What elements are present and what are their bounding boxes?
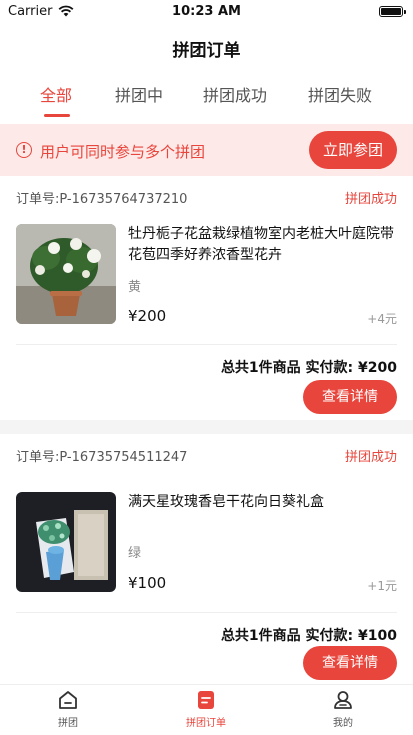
view-details-button[interactable]: 查看详情 — [303, 646, 397, 680]
product-price: ¥100 — [128, 574, 167, 592]
order-icon — [198, 691, 214, 709]
order-number: 订单号:P-16735754511247 — [16, 450, 188, 465]
banner-text: 用户可同时参与多个拼团 — [40, 143, 206, 161]
nav-bar: 拼团订单 — [0, 26, 413, 68]
tabbar-label: 我的 — [333, 718, 353, 729]
order-card: 订单号:P-16735754511247 拼团成功 满天星玫瑰香皂干花向日葵礼盒… — [0, 434, 413, 684]
status-bar: Carrier 10:23 AM — [0, 0, 413, 26]
product-quantity: +1元 — [367, 579, 397, 593]
battery-icon — [379, 6, 406, 17]
product-title[interactable]: 牡丹栀子花盆栽绿植物室内老桩大叶庭院带花苞四季好养浓香型花卉 — [128, 224, 397, 266]
product-spec: 绿 — [128, 546, 142, 561]
bottom-tab-bar: 拼团 拼团订单 我的 — [0, 684, 413, 735]
tabbar-item-group[interactable]: 拼团 — [28, 689, 108, 729]
order-total: 总共1件商品 实付款: ¥200 — [220, 360, 397, 376]
home-icon — [59, 691, 77, 709]
divider — [16, 344, 397, 345]
order-number: 订单号:P-16735764737210 — [16, 192, 188, 207]
clock: 10:23 AM — [172, 4, 241, 19]
order-total: 总共1件商品 实付款: ¥100 — [220, 628, 397, 644]
order-status: 拼团成功 — [344, 192, 397, 207]
product-title[interactable]: 满天星玫瑰香皂干花向日葵礼盒 — [128, 492, 397, 513]
product-image[interactable] — [16, 224, 116, 324]
tab-all[interactable]: 全部 — [40, 82, 72, 106]
tabbar-label: 拼团订单 — [186, 718, 226, 729]
order-tabs: 全部 拼团中 拼团成功 拼团失败 — [0, 68, 413, 124]
tabbar-item-profile[interactable]: 我的 — [303, 689, 383, 729]
tab-in-progress[interactable]: 拼团中 — [115, 82, 163, 106]
product-spec: 黄 — [128, 280, 142, 295]
tab-failed[interactable]: 拼团失败 — [308, 82, 372, 106]
page-title: 拼团订单 — [172, 41, 241, 61]
tab-success[interactable]: 拼团成功 — [203, 82, 267, 106]
product-price: ¥200 — [128, 307, 167, 325]
active-tab-indicator — [44, 114, 70, 117]
gardenia-plant-image — [16, 224, 116, 324]
view-details-button[interactable]: 查看详情 — [303, 380, 397, 414]
notice-banner: ! 用户可同时参与多个拼团 立即参团 — [0, 124, 413, 176]
tabbar-item-orders[interactable]: 拼团订单 — [166, 689, 246, 729]
info-icon: ! — [16, 142, 32, 158]
product-quantity: +4元 — [367, 312, 397, 326]
order-card: 订单号:P-16735764737210 拼团成功 牡丹栀子花盆栽绿植物室内老桩… — [0, 176, 413, 420]
tabbar-label: 拼团 — [58, 718, 78, 729]
flower-gift-box-image — [16, 492, 116, 592]
product-image[interactable] — [16, 492, 116, 592]
profile-icon — [334, 691, 352, 709]
order-status: 拼团成功 — [344, 450, 397, 465]
divider — [16, 612, 397, 613]
join-group-button[interactable]: 立即参团 — [309, 131, 397, 169]
